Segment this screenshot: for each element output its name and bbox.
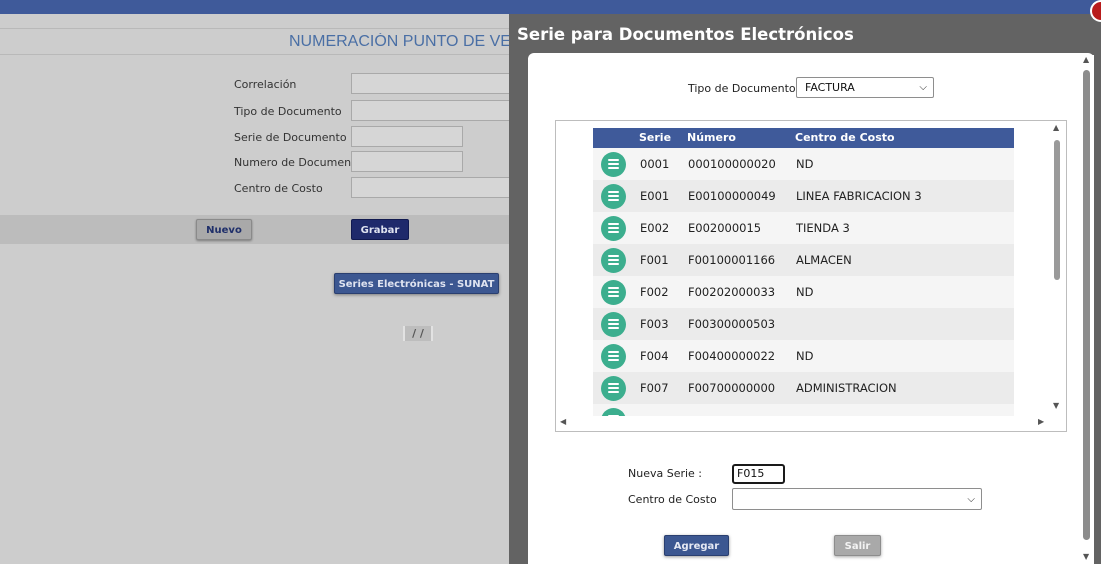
row-menu-icon[interactable] xyxy=(601,376,626,401)
page-title: NUMERACIÓN PUNTO DE VE xyxy=(289,33,509,50)
salir-button[interactable]: Salir xyxy=(834,535,881,556)
centro-costo-modal-label: Centro de Costo xyxy=(628,493,717,506)
chevron-down-icon: ⌵ xyxy=(967,494,975,505)
serie-documento-input[interactable] xyxy=(351,126,463,147)
grid-scroll-right-icon[interactable]: ▶ xyxy=(1038,417,1044,426)
cell-serie: F001 xyxy=(640,253,669,267)
nueva-serie-label: Nueva Serie : xyxy=(628,467,703,480)
cell-numero: F00100001166 xyxy=(688,253,776,267)
centro-costo-select[interactable] xyxy=(351,177,511,198)
chevron-down-icon: ⌵ xyxy=(919,82,927,93)
row-menu-icon[interactable] xyxy=(601,344,626,369)
table-row[interactable] xyxy=(593,404,1014,416)
table-row[interactable]: E001 E00100000049 LINEA FABRICACION 3 xyxy=(593,180,1014,212)
row-menu-icon[interactable] xyxy=(601,408,626,416)
cell-centro: ND xyxy=(796,285,814,299)
cell-centro: ND xyxy=(796,349,814,363)
row-menu-icon[interactable] xyxy=(601,312,626,337)
table-row[interactable]: F003 F00300000503 xyxy=(593,308,1014,340)
cell-centro: TIENDA 3 xyxy=(796,221,850,235)
grid-scroll-left-icon[interactable]: ◀ xyxy=(560,417,566,426)
grid-scroll-thumb[interactable] xyxy=(1054,140,1060,280)
nueva-serie-input[interactable]: F015 xyxy=(732,464,785,484)
series-electronicas-button[interactable]: Series Electrónicas - SUNAT xyxy=(334,273,499,294)
modal-scroll-thumb[interactable] xyxy=(1083,70,1090,540)
centro-costo-label: Centro de Costo xyxy=(234,182,323,195)
row-menu-icon[interactable] xyxy=(601,280,626,305)
serie-documento-label: Serie de Documento xyxy=(234,131,347,144)
column-header-centro[interactable]: Centro de Costo xyxy=(795,131,895,144)
cell-serie: E002 xyxy=(640,221,670,235)
cell-numero: F00202000033 xyxy=(688,285,776,299)
cell-serie: F003 xyxy=(640,317,669,331)
form-button-bar xyxy=(0,215,509,244)
cell-numero: 000100000020 xyxy=(688,157,776,171)
tipo-documento-label: Tipo de Documento xyxy=(234,105,342,118)
table-row[interactable]: 0001 000100000020 ND xyxy=(593,148,1014,180)
series-grid: Serie Número Centro de Costo 0001 0001000… xyxy=(593,128,1014,416)
tipo-documento-value: FACTURA xyxy=(805,81,855,94)
grid-scrollbar[interactable]: ▲ ▼ xyxy=(1051,123,1063,413)
cell-centro: ADMINISTRACION xyxy=(796,381,897,395)
grid-horizontal-scrollbar[interactable]: ◀ ▶ xyxy=(558,417,1048,429)
cell-serie: F007 xyxy=(640,381,669,395)
cell-centro: LINEA FABRICACION 3 xyxy=(796,189,922,203)
tipo-documento-select[interactable] xyxy=(351,100,511,121)
agregar-button[interactable]: Agregar xyxy=(664,535,729,556)
grid-scroll-up-icon[interactable]: ▲ xyxy=(1053,123,1059,132)
row-menu-icon[interactable] xyxy=(601,152,626,177)
top-bar xyxy=(0,0,1101,14)
tipo-documento-modal-label: Tipo de Documento : xyxy=(688,82,803,95)
grid-header: Serie Número Centro de Costo xyxy=(593,128,1014,148)
modal-title: Serie para Documentos Electrónicos xyxy=(517,25,854,44)
pager-indicator: / / xyxy=(403,326,433,341)
numero-documento-label: Numero de Documento xyxy=(234,156,363,169)
scroll-down-icon[interactable]: ▼ xyxy=(1083,552,1089,561)
cell-numero: E00100000049 xyxy=(688,189,776,203)
row-menu-icon[interactable] xyxy=(601,248,626,273)
correlacion-label: Correlación xyxy=(234,78,297,91)
row-menu-icon[interactable] xyxy=(601,184,626,209)
modal-scrollbar[interactable]: ▲ ▼ xyxy=(1081,55,1094,564)
row-menu-icon[interactable] xyxy=(601,216,626,241)
nuevo-button[interactable]: Nuevo xyxy=(196,219,252,240)
cell-numero: F00700000000 xyxy=(688,381,776,395)
column-header-numero[interactable]: Número xyxy=(687,131,736,144)
cell-numero: F00300000503 xyxy=(688,317,776,331)
cell-centro: ALMACEN xyxy=(796,253,852,267)
cell-numero: E002000015 xyxy=(688,221,762,235)
table-row[interactable]: F002 F00202000033 ND xyxy=(593,276,1014,308)
cell-serie: F002 xyxy=(640,285,669,299)
cell-serie: E001 xyxy=(640,189,670,203)
grabar-button[interactable]: Grabar xyxy=(351,219,409,240)
column-header-serie[interactable]: Serie xyxy=(639,131,671,144)
grid-scroll-down-icon[interactable]: ▼ xyxy=(1053,401,1059,410)
table-row[interactable]: F007 F00700000000 ADMINISTRACION xyxy=(593,372,1014,404)
cell-numero: F00400000022 xyxy=(688,349,776,363)
numero-documento-input[interactable] xyxy=(351,151,463,172)
tipo-documento-modal-select[interactable]: FACTURA ⌵ xyxy=(796,77,934,98)
table-row[interactable]: F001 F00100001166 ALMACEN xyxy=(593,244,1014,276)
table-row[interactable]: E002 E002000015 TIENDA 3 xyxy=(593,212,1014,244)
centro-costo-modal-select[interactable]: ⌵ xyxy=(732,488,982,510)
scroll-up-icon[interactable]: ▲ xyxy=(1083,55,1089,64)
cell-serie: 0001 xyxy=(640,157,670,171)
correlacion-input[interactable] xyxy=(351,73,511,94)
table-row[interactable]: F004 F00400000022 ND xyxy=(593,340,1014,372)
cell-serie: F004 xyxy=(640,349,669,363)
cell-centro: ND xyxy=(796,157,814,171)
